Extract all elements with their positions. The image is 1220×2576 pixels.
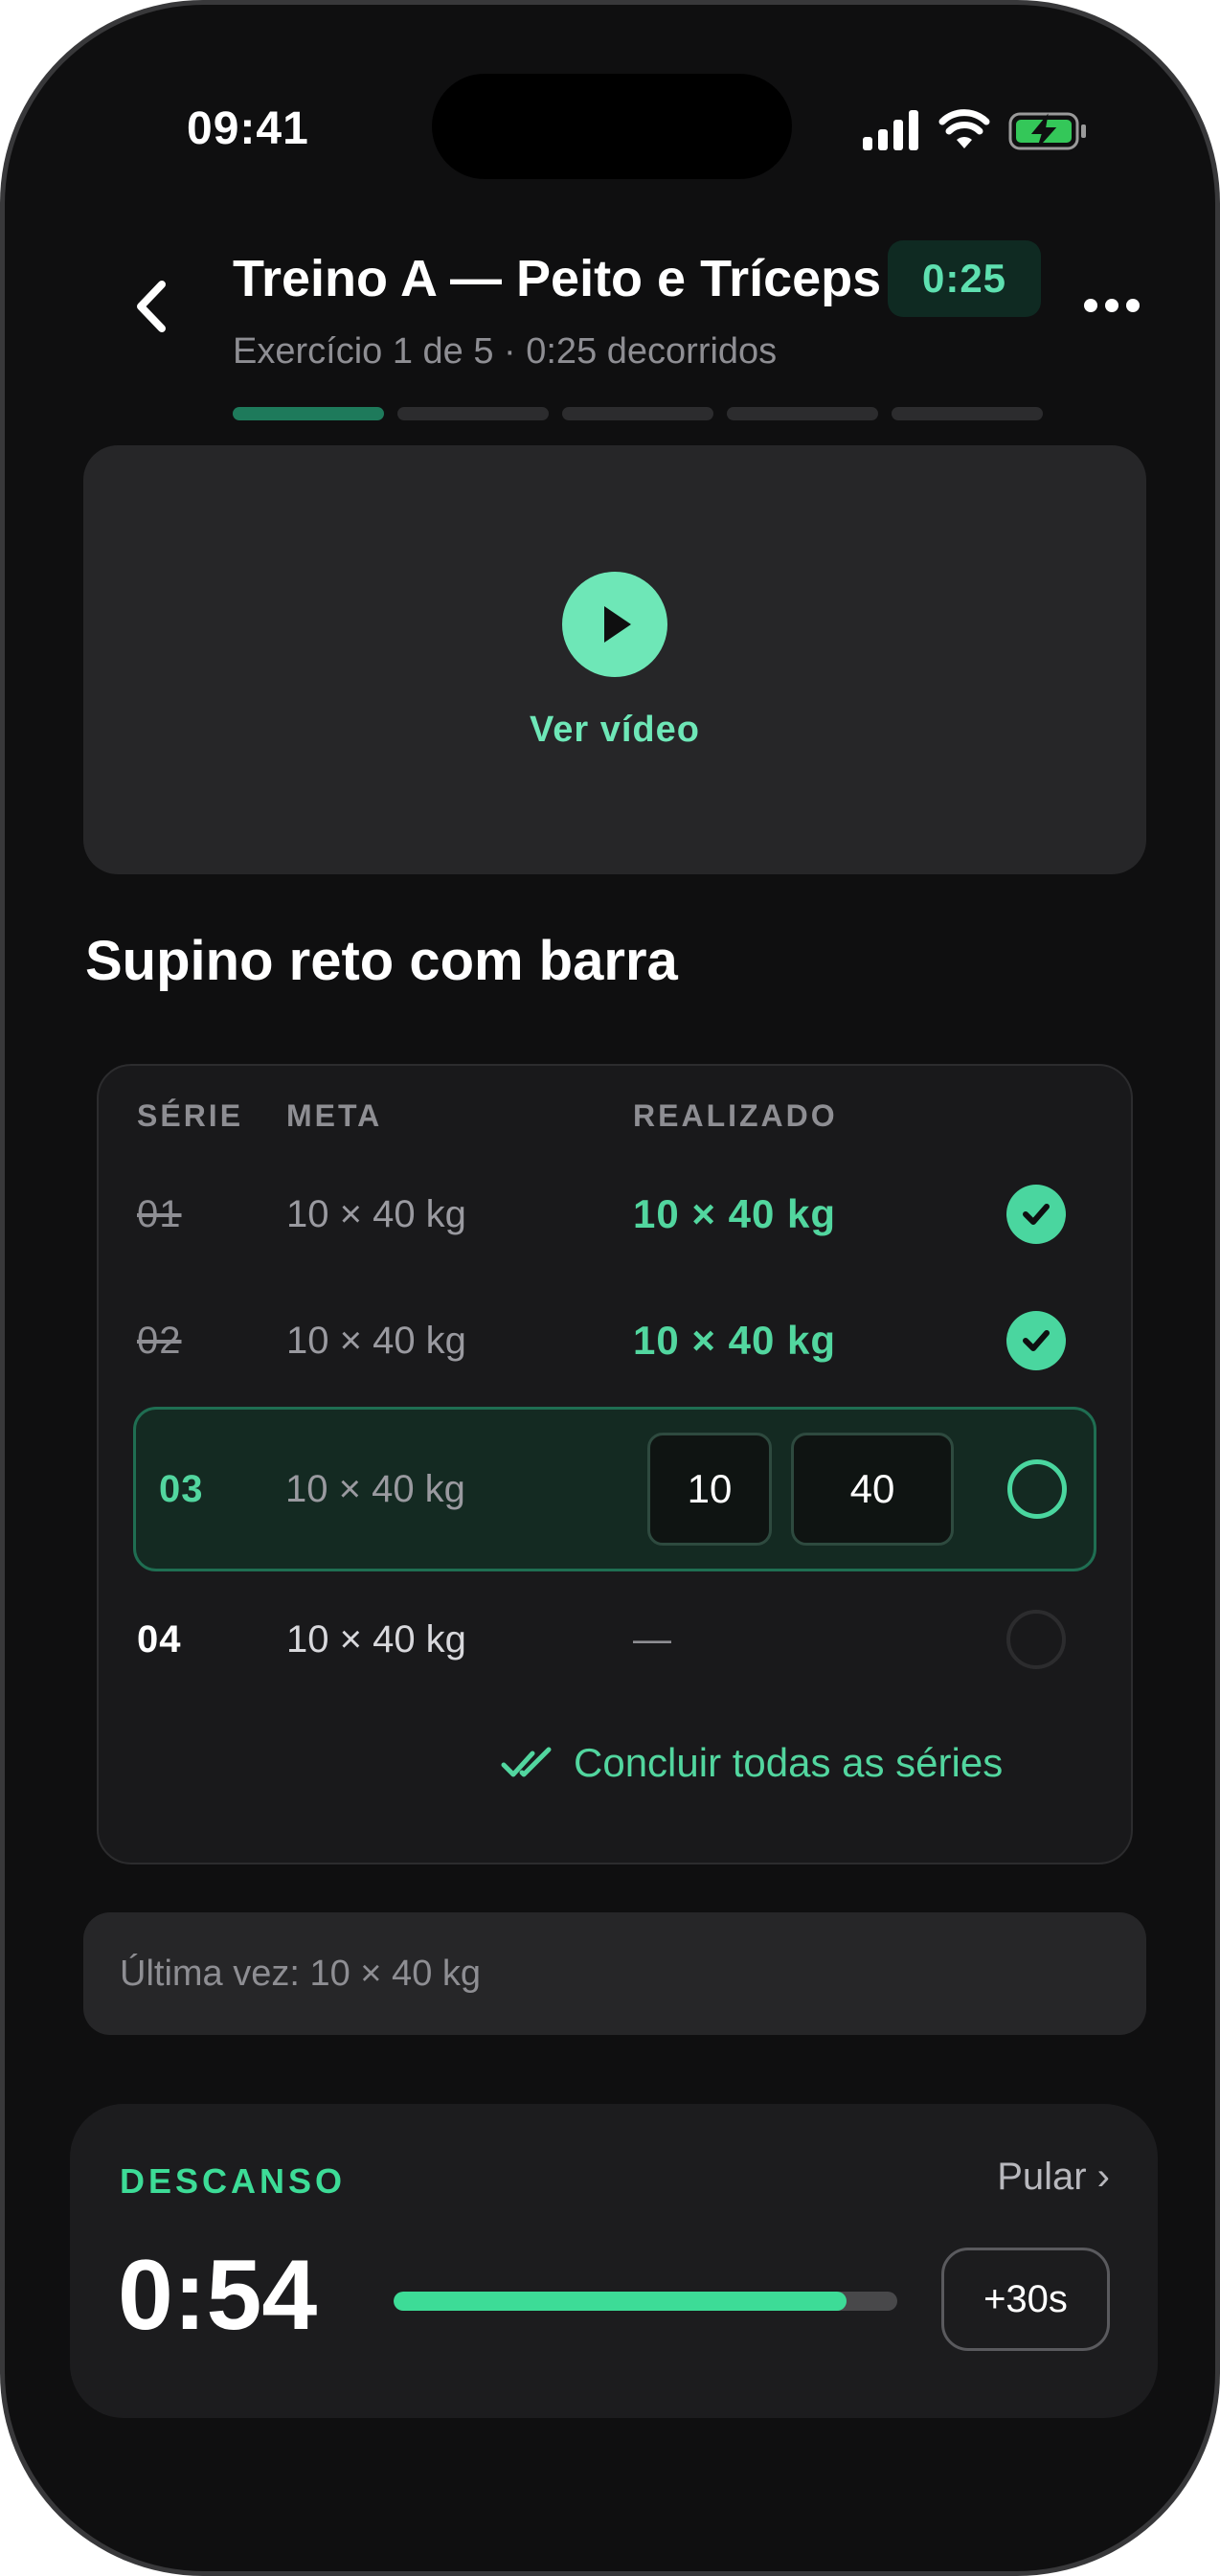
reps-input[interactable]: 10 [647,1433,772,1546]
set-complete-toggle[interactable] [1006,1311,1066,1370]
play-icon [604,606,631,643]
set-number: 03 [159,1468,204,1510]
workout-title: Treino A — Peito e Tríceps [233,250,882,307]
progress-segment [727,407,878,420]
app-screen: 09:41 Treino A — Peito e Tríceps 0:25 Ex… [5,5,1215,2571]
video-label[interactable]: Ver vídeo [83,710,1146,751]
set-complete-toggle[interactable] [1006,1610,1066,1669]
set-complete-toggle[interactable] [1007,1459,1067,1519]
progress-segment [233,407,384,420]
header-target: META [286,1098,383,1133]
set-number: 02 [137,1320,182,1362]
set-done-value: — [633,1618,671,1661]
play-video-button[interactable] [562,572,667,677]
rest-progress-fill [394,2292,847,2311]
complete-all-sets-button[interactable]: Concluir todas as séries [501,1738,1003,1788]
set-row-current: 03 10 × 40 kg 10 40 [133,1407,1096,1571]
rest-label: DESCANSO [120,2161,347,2201]
set-done-value: 10 × 40 kg [633,1191,836,1236]
double-check-icon [501,1747,552,1777]
chevron-left-icon [137,281,166,332]
set-number: 04 [137,1618,182,1661]
back-button[interactable] [124,273,181,340]
wifi-icon [938,109,990,148]
battery-charging-icon [1008,112,1086,150]
status-time: 09:41 [187,103,309,154]
elapsed-timer-badge: 0:25 [888,240,1041,317]
complete-all-label: Concluir todas as séries [574,1740,1004,1785]
check-icon [1023,1330,1050,1351]
last-time-info: Última vez: 10 × 40 kg [83,1912,1146,2035]
set-target: 10 × 40 kg [286,1320,466,1362]
set-number: 01 [137,1193,182,1235]
header-done: REALIZADO [633,1098,838,1133]
set-target: 10 × 40 kg [286,1618,466,1661]
progress-segment [562,407,713,420]
workout-subtitle: Exercício 1 de 5 · 0:25 decorridos [233,331,778,372]
weight-input[interactable]: 40 [791,1433,954,1546]
rest-progress-bar [394,2292,897,2311]
sets-table: SÉRIE META REALIZADO 01 10 × 40 kg 10 × … [97,1064,1133,1864]
exercise-progress [233,407,1043,420]
status-icons [863,109,1086,150]
header-set: SÉRIE [137,1098,244,1133]
skip-rest-button[interactable]: Pular › [997,2156,1110,2199]
add-30s-button[interactable]: +30s [941,2248,1110,2351]
set-target: 10 × 40 kg [285,1468,465,1510]
check-icon [1023,1204,1050,1225]
progress-segment [397,407,549,420]
rest-countdown: 0:54 [118,2240,318,2351]
signal-icon [863,110,918,150]
progress-segment [892,407,1043,420]
set-complete-toggle[interactable] [1006,1185,1066,1244]
rest-timer-card: DESCANSO Pular › 0:54 +30s [70,2104,1158,2418]
set-target: 10 × 40 kg [286,1193,466,1235]
dynamic-island [432,74,792,179]
more-options-button[interactable] [1081,286,1142,325]
video-card[interactable]: Ver vídeo [83,445,1146,874]
more-horizontal-icon [1084,299,1140,312]
phone-frame: 09:41 Treino A — Peito e Tríceps 0:25 Ex… [0,0,1220,2576]
exercise-title: Supino reto com barra [85,930,678,992]
set-done-value: 10 × 40 kg [633,1318,836,1363]
